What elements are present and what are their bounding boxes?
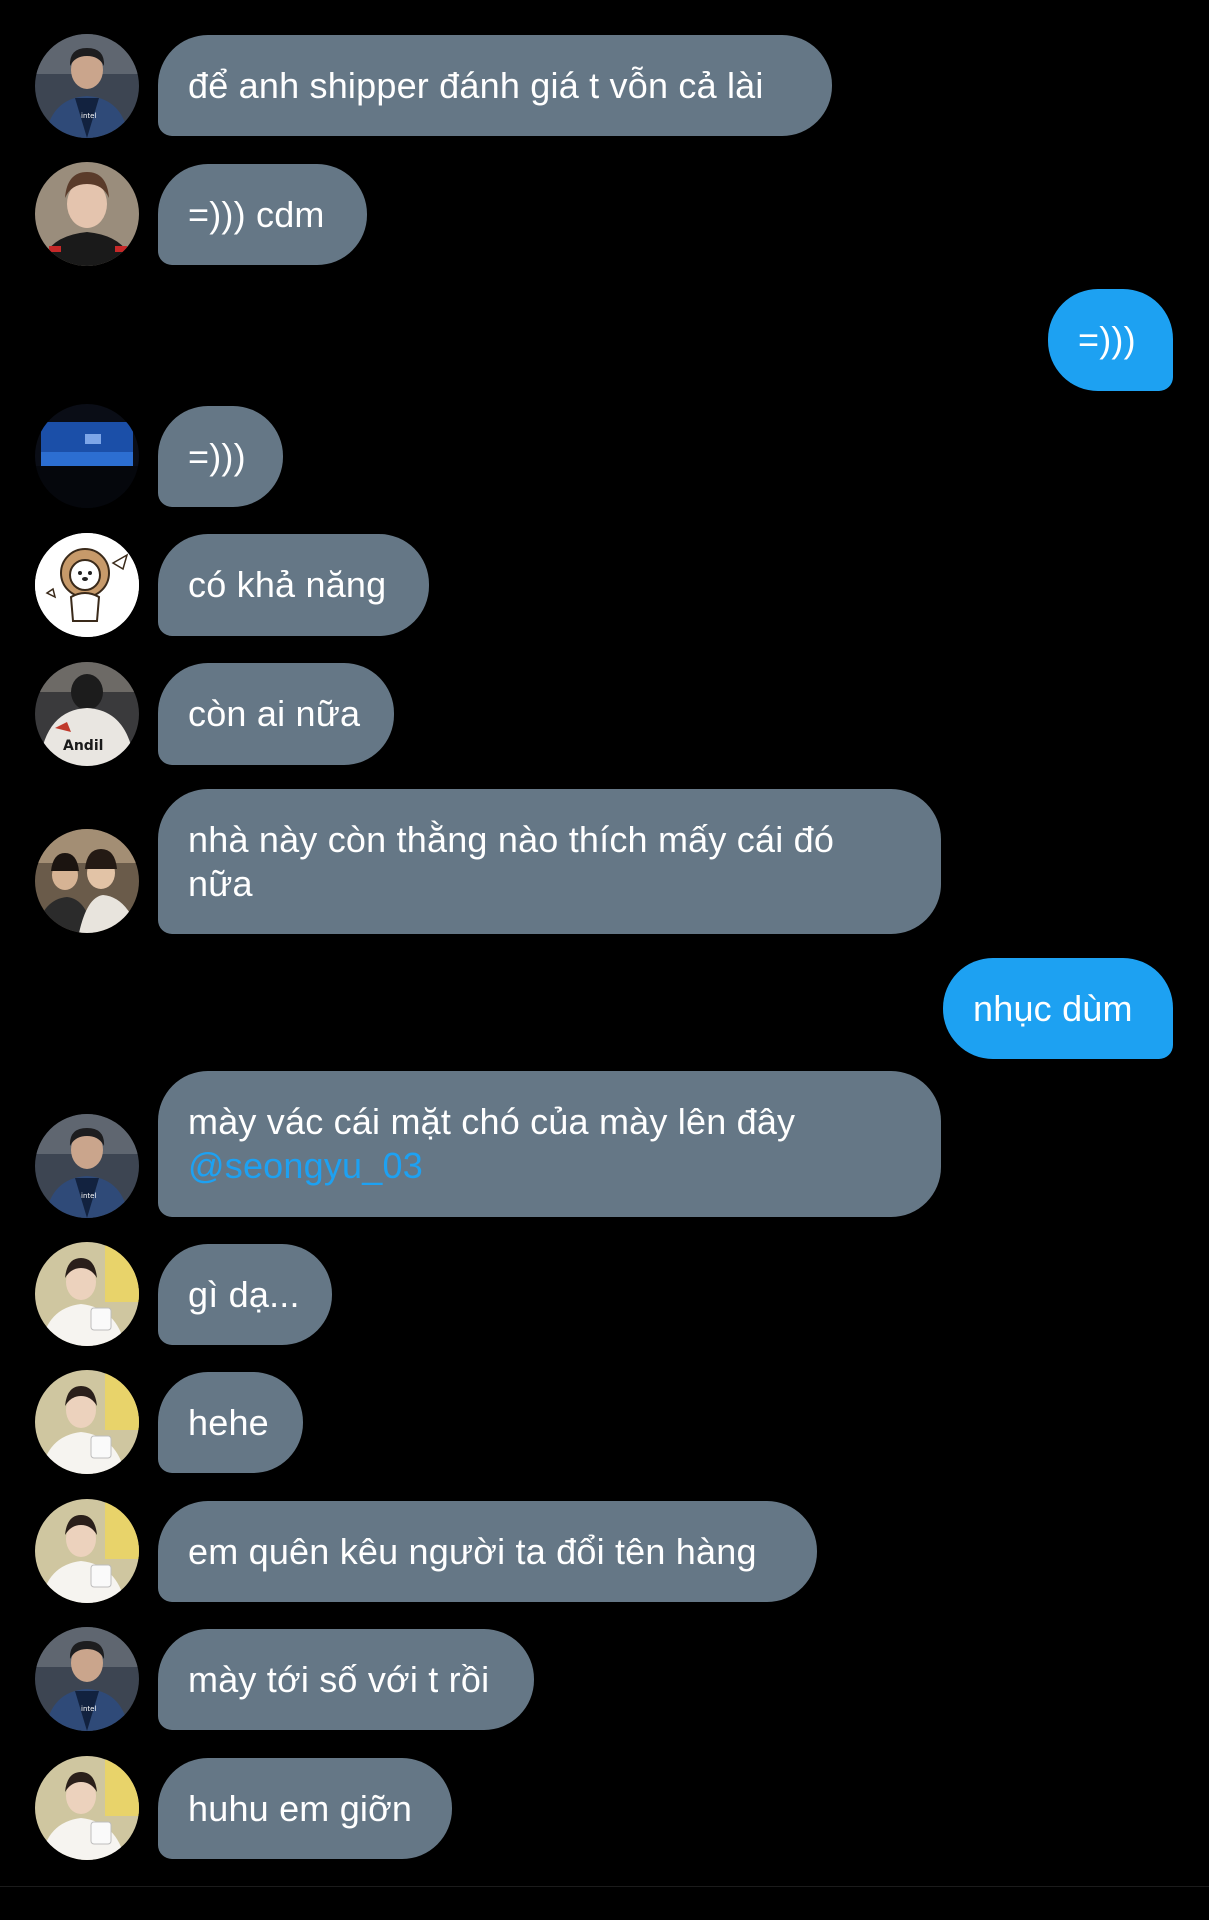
avatar-photo-face-icon[interactable] [35,162,139,266]
avatar-photo-group-icon[interactable] [35,829,139,933]
message-text: mày vác cái mặt chó của mày lên đây [188,1101,796,1142]
message-bubble[interactable]: =))) [158,406,283,507]
svg-text:intel: intel [81,1705,96,1713]
message-text: hehe [188,1401,269,1443]
message-text: =))) [1078,319,1136,360]
message-bubble[interactable]: để anh shipper đánh giá t vỗn cả lài [158,35,832,136]
message-text: mày tới số với t rồi [188,1658,490,1700]
message-bubble[interactable]: =))) [1048,289,1173,391]
svg-text:intel: intel [81,112,96,120]
message-bubble[interactable]: mày tới số với t rồi [158,1629,534,1730]
avatar-photo-white-shirt-icon[interactable] [35,1756,139,1860]
message-text: còn ai nữa [188,693,361,734]
avatar-photo-jacket-icon[interactable]: intel [35,1627,139,1731]
user-mention-link[interactable]: @seongyu_03 [188,1144,423,1188]
message-text: nhục dùm [973,987,1133,1029]
avatar-photo-screen-icon[interactable] [35,404,139,508]
message-bubble[interactable]: gì dạ... [158,1244,332,1345]
svg-text:intel: intel [81,1192,96,1200]
avatar-photo-white-shirt-icon[interactable] [35,1370,139,1474]
message-text: có khả năng [188,564,387,605]
chat-thread: intel để anh shipper đánh giá t vỗn cả l… [0,0,1209,1920]
message-text-line-2: nữa [188,862,253,904]
avatar-photo-jersey-icon[interactable]: Andil [35,662,139,766]
divider [0,1886,1209,1887]
message-bubble[interactable]: còn ai nữa [158,663,394,765]
avatar-photo-jacket-icon[interactable]: intel [35,1114,139,1218]
svg-text:Andil: Andil [63,738,103,754]
message-text: nhà này còn thằng nào thích mấy cái đó [188,818,835,860]
message-text: em quên kêu người ta đổi tên hàng [188,1530,757,1572]
message-text: =))) [188,435,246,477]
message-text: =))) cdm [188,193,325,235]
message-bubble[interactable]: hehe [158,1372,303,1473]
avatar-photo-white-shirt-icon[interactable] [35,1499,139,1603]
message-bubble[interactable]: có khả năng [158,534,429,636]
message-bubble[interactable]: nhà này còn thằng nào thích mấy cái đó n… [158,789,941,934]
message-text: để anh shipper đánh giá t vỗn cả lài [188,64,764,106]
message-bubble[interactable]: huhu em giỡn [158,1758,452,1859]
message-text: huhu em giỡn [188,1787,413,1829]
message-text: gì dạ... [188,1273,300,1315]
message-bubble[interactable]: nhục dùm [943,958,1173,1059]
avatar-photo-jacket-icon[interactable]: intel [35,34,139,138]
message-bubble[interactable]: =))) cdm [158,164,367,265]
message-bubble[interactable]: em quên kêu người ta đổi tên hàng [158,1501,817,1602]
avatar-photo-white-shirt-icon[interactable] [35,1242,139,1346]
message-bubble[interactable]: mày vác cái mặt chó của mày lên đây @seo… [158,1071,941,1217]
avatar-lion-drawing-icon[interactable] [35,533,139,637]
